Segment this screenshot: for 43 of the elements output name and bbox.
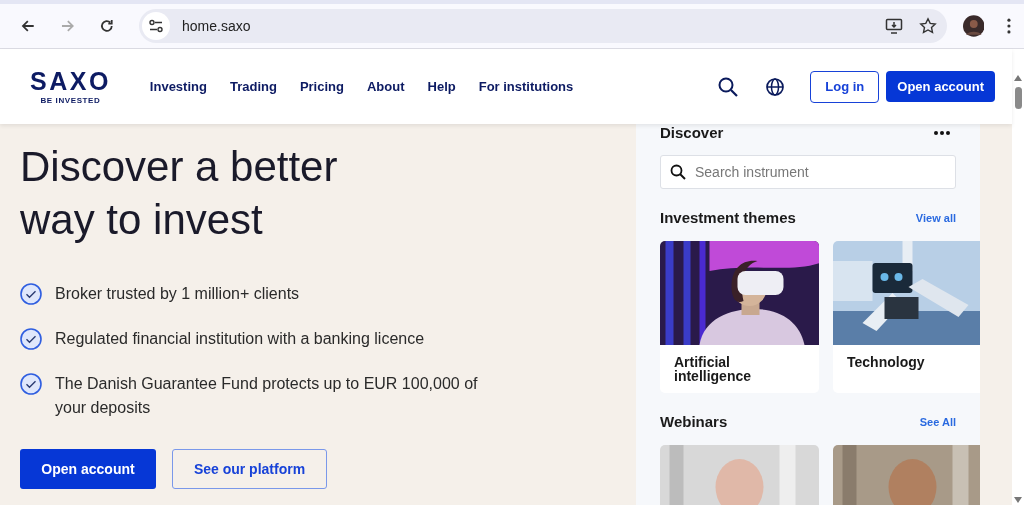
- scroll-down-icon[interactable]: [1014, 497, 1022, 503]
- search-icon: [670, 164, 686, 180]
- search-field[interactable]: Search instrument: [660, 155, 956, 189]
- theme-card[interactable]: Artificial intelligence: [660, 241, 819, 393]
- check-circle-icon: [20, 328, 42, 350]
- platform-button[interactable]: See our platform: [172, 449, 327, 489]
- scroll-up-icon[interactable]: [1014, 75, 1022, 81]
- section-title: Webinars: [660, 413, 728, 430]
- hero-title: Discover a better way to invest: [20, 142, 339, 245]
- section-title: Investment themes: [660, 209, 796, 226]
- saxo-logo[interactable]: SAXO BE INVESTED: [30, 68, 111, 105]
- open-account-button[interactable]: Open account: [20, 449, 156, 489]
- feature-text: The Danish Guarantee Fund protects up to EUR 100,000 of your deposits: [55, 374, 479, 418]
- feature-text: Regulated financial institution with a banking licence: [55, 329, 425, 349]
- login-button[interactable]: Log in: [810, 70, 880, 103]
- card-title: Artificial intelligence: [673, 353, 753, 383]
- nav-link[interactable]: Pricing: [299, 79, 344, 94]
- more-icon[interactable]: [933, 129, 951, 136]
- scroll-thumb[interactable]: [1014, 87, 1022, 109]
- check-circle-icon: [20, 373, 42, 395]
- bookmark-star-icon[interactable]: [918, 17, 937, 35]
- menu-icon[interactable]: [1006, 17, 1012, 35]
- theme-card[interactable]: Technology: [833, 241, 980, 393]
- globe-icon[interactable]: [765, 76, 786, 97]
- search-icon[interactable]: [718, 76, 739, 97]
- panel-title: Discover: [660, 124, 724, 141]
- install-app-icon[interactable]: [884, 17, 903, 35]
- scrollbar[interactable]: [1012, 49, 1024, 505]
- nav-link[interactable]: Investing: [149, 79, 207, 94]
- view-all-link[interactable]: View all: [915, 211, 956, 224]
- site-settings-icon[interactable]: [142, 12, 170, 40]
- nav-link[interactable]: Trading: [229, 79, 277, 94]
- address-bar[interactable]: home.saxo: [139, 9, 947, 43]
- url-text: home.saxo: [182, 18, 251, 34]
- see-all-link[interactable]: See All: [919, 415, 956, 428]
- check-circle-icon: [20, 283, 42, 305]
- nav-link[interactable]: Help: [427, 79, 456, 94]
- card-title: Technology: [846, 353, 926, 369]
- nav-link[interactable]: For institutions: [478, 79, 574, 94]
- nav-link[interactable]: About: [366, 79, 405, 94]
- open-account-button[interactable]: Open account: [886, 71, 995, 102]
- feature-text: Broker trusted by 1 million+ clients: [55, 284, 300, 304]
- profile-avatar[interactable]: [962, 15, 985, 37]
